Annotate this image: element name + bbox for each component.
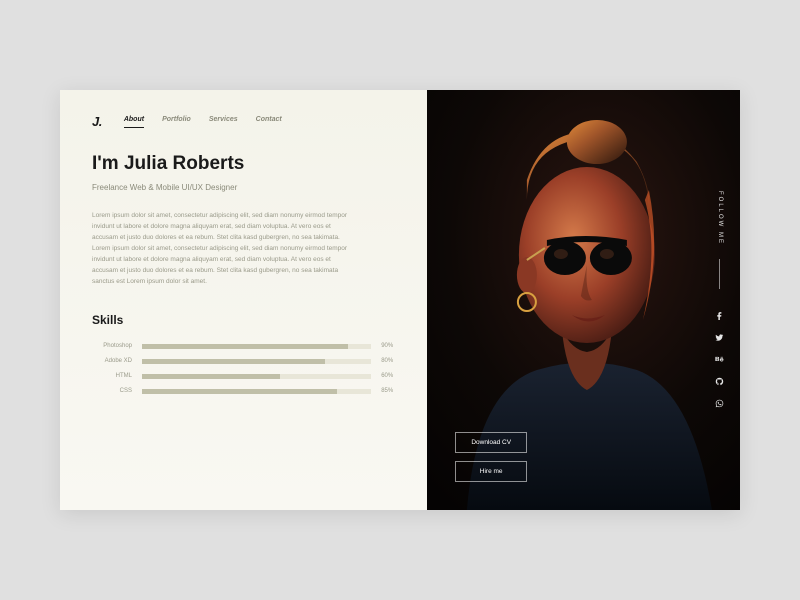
skill-value: 85% xyxy=(381,388,399,394)
skill-value: 90% xyxy=(381,343,399,349)
twitter-icon[interactable] xyxy=(714,331,726,343)
skill-row: Adobe XD 80% xyxy=(92,358,399,364)
nav-services[interactable]: Services xyxy=(209,116,238,128)
cta-group: Download CV Hire me xyxy=(455,432,527,482)
skill-bar xyxy=(142,374,371,379)
skill-row: Photoshop 90% xyxy=(92,343,399,349)
body-text: Lorem ipsum dolor sit amet, consectetur … xyxy=(92,210,352,287)
follow-rail: FOLLOW ME xyxy=(710,90,730,510)
page-title: I'm Julia Roberts xyxy=(92,153,399,175)
right-panel: Download CV Hire me FOLLOW ME xyxy=(427,90,740,510)
hire-me-button[interactable]: Hire me xyxy=(455,461,527,482)
skill-label: CSS xyxy=(92,388,132,394)
nav-portfolio[interactable]: Portfolio xyxy=(162,116,191,128)
nav-contact[interactable]: Contact xyxy=(256,116,282,128)
nav: About Portfolio Services Contact xyxy=(124,116,282,128)
header: J. About Portfolio Services Contact xyxy=(92,114,399,129)
follow-label: FOLLOW ME xyxy=(717,191,723,245)
download-cv-button[interactable]: Download CV xyxy=(455,432,527,453)
skill-value: 80% xyxy=(381,358,399,364)
skill-bar xyxy=(142,359,371,364)
behance-icon[interactable] xyxy=(714,353,726,365)
facebook-icon[interactable] xyxy=(714,309,726,321)
skills-title: Skills xyxy=(92,313,399,327)
skill-label: Photoshop xyxy=(92,343,132,349)
github-icon[interactable] xyxy=(714,375,726,387)
skill-bar xyxy=(142,344,371,349)
skill-label: Adobe XD xyxy=(92,358,132,364)
subtitle: Freelance Web & Mobile UI/UX Designer xyxy=(92,183,399,192)
logo[interactable]: J. xyxy=(92,114,102,129)
skill-row: HTML 60% xyxy=(92,373,399,379)
skill-row: CSS 85% xyxy=(92,388,399,394)
nav-about[interactable]: About xyxy=(124,116,144,128)
divider-line xyxy=(719,259,720,289)
skill-bar xyxy=(142,389,371,394)
left-panel: J. About Portfolio Services Contact I'm … xyxy=(60,90,427,510)
skill-value: 60% xyxy=(381,373,399,379)
skill-label: HTML xyxy=(92,373,132,379)
portfolio-card: J. About Portfolio Services Contact I'm … xyxy=(60,90,740,510)
skills-list: Photoshop 90% Adobe XD 80% HTML 60% CSS … xyxy=(92,343,399,403)
whatsapp-icon[interactable] xyxy=(714,397,726,409)
